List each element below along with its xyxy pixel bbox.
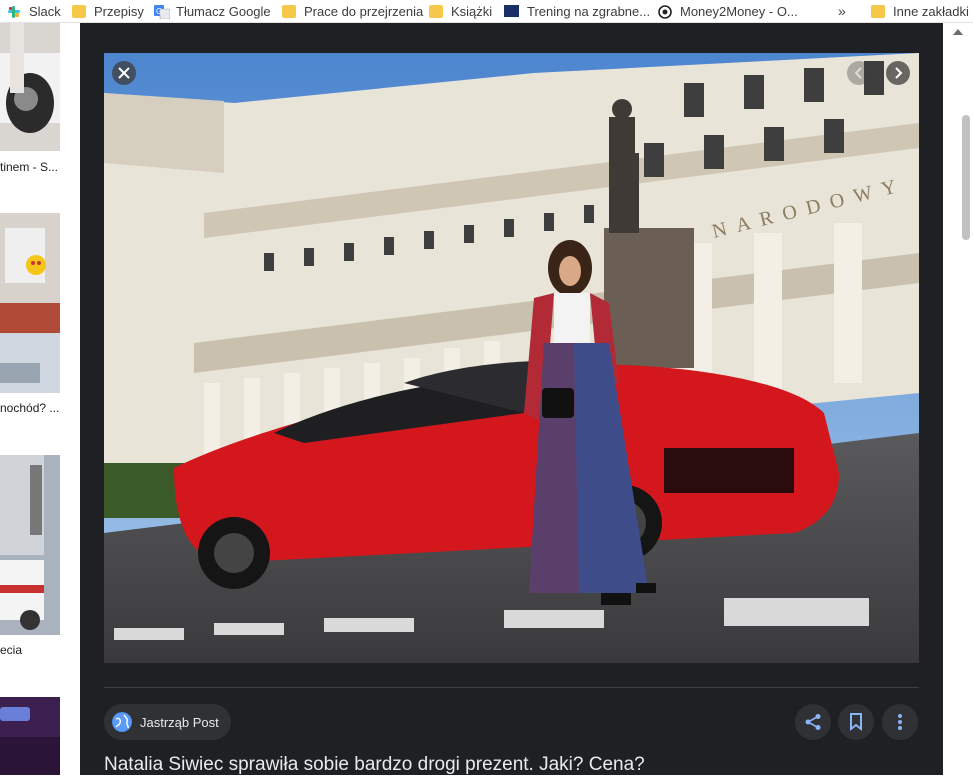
bookmarks-bar: Slack Przepisy G Tłumacz Google Prace do…	[0, 0, 973, 23]
result-caption[interactable]: tinem - S...	[0, 160, 58, 174]
more-bookmarks-icon: »	[838, 3, 846, 19]
result-thumbnail[interactable]	[0, 213, 60, 393]
bookmark-trening[interactable]: Trening na zgrabne...	[504, 0, 650, 22]
close-button[interactable]	[112, 61, 136, 85]
result-thumbnail[interactable]	[0, 23, 60, 151]
share-button[interactable]	[795, 704, 831, 740]
bookmark-slack[interactable]: Slack	[7, 0, 61, 22]
scroll-up-icon[interactable]	[953, 29, 963, 35]
bookmark-ksiazki[interactable]: Książki	[429, 0, 492, 22]
share-icon	[805, 714, 821, 730]
result-thumbnail[interactable]	[0, 697, 60, 775]
image-viewer-panel: NARODOWY Jastrząb Post Natalia Siwiec sp…	[80, 23, 943, 775]
money2money-icon	[658, 4, 672, 19]
result-caption[interactable]: ecia	[0, 643, 22, 657]
more-vert-icon	[898, 714, 902, 730]
results-column: tinem - S... nochód? ... ecia	[0, 23, 80, 775]
source-chip[interactable]: Jastrząb Post	[104, 704, 231, 740]
chevron-right-icon	[895, 67, 903, 79]
chevron-left-icon	[854, 67, 862, 79]
bookmark-inne-zakladki[interactable]: Inne zakładki	[871, 0, 969, 22]
sfd-icon	[504, 5, 519, 17]
slack-icon	[7, 5, 21, 18]
image-headline[interactable]: Natalia Siwiec sprawiła sobie bardzo dro…	[104, 754, 919, 776]
result-caption[interactable]: nochód? ...	[0, 401, 59, 415]
page-scrollbar[interactable]	[943, 23, 973, 775]
preview-image[interactable]: NARODOWY	[104, 53, 919, 663]
svg-text:G: G	[156, 7, 162, 16]
folder-icon	[72, 4, 86, 18]
globe-icon	[112, 712, 132, 732]
bookmark-icon	[850, 713, 862, 731]
folder-icon	[429, 4, 443, 18]
folder-icon	[871, 4, 885, 18]
result-thumbnail[interactable]	[0, 455, 60, 635]
scrollbar-thumb[interactable]	[962, 115, 970, 240]
previous-image-button[interactable]	[847, 61, 871, 85]
next-image-button[interactable]	[886, 61, 910, 85]
bookmark-money2money[interactable]: Money2Money - O...	[658, 0, 798, 22]
save-button[interactable]	[838, 704, 874, 740]
divider	[104, 687, 919, 688]
source-name: Jastrząb Post	[140, 714, 219, 730]
more-bookmarks-button[interactable]: »	[838, 0, 846, 22]
close-icon	[118, 67, 130, 79]
google-translate-icon: G	[154, 4, 171, 19]
bookmark-tlumacz-google[interactable]: G Tłumacz Google	[154, 0, 271, 22]
more-options-button[interactable]	[882, 704, 918, 740]
folder-icon	[282, 4, 296, 18]
bookmark-prace-do-przejrzenia[interactable]: Prace do przejrzenia	[282, 0, 423, 22]
bookmark-przepisy[interactable]: Przepisy	[72, 0, 144, 22]
